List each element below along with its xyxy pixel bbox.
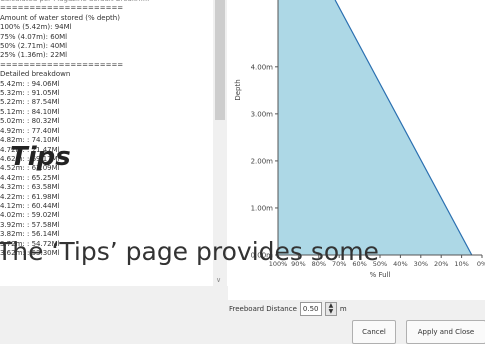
list-item: 5.02m: : 80.32Ml xyxy=(0,117,60,126)
list-item: 5.12m: : 84.10Ml xyxy=(0,107,60,116)
list-item: 4.12m: : 60.44Ml xyxy=(0,201,60,210)
list-item: 5.32m: : 91.05Ml xyxy=(0,89,60,98)
list-item: ===================== xyxy=(0,60,124,69)
list-item: 50% (2.71m): 40Ml xyxy=(0,42,68,51)
cancel-button[interactable]: Cancel xyxy=(352,320,396,344)
freeboard-row: Freeboard Distance 0.50 ▲ ▼ m xyxy=(229,302,347,316)
chart-y-tick-label: 4.00m xyxy=(251,63,274,71)
list-item: 4.42m: : 65.25Ml xyxy=(0,173,60,182)
freeboard-input[interactable]: 0.50 xyxy=(299,302,322,316)
list-item: 4.32m: : 63.58Ml xyxy=(0,183,60,192)
list-item: Detailed breakdown xyxy=(0,70,71,79)
freeboard-spinner-icon[interactable]: ▲ ▼ xyxy=(324,302,337,316)
list-item: 75% (4.07m): 60Ml xyxy=(0,32,68,41)
list-item: 3.92m: : 57.58Ml xyxy=(0,220,60,229)
chart-x-tick-label: 0% xyxy=(477,260,485,268)
scrollbar-thumb[interactable] xyxy=(215,0,225,120)
list-item: 4.02m: : 59.02Ml xyxy=(0,211,60,220)
chart-y-tick-label: 2.00m xyxy=(251,157,274,165)
chart-y-axis-label: Depth xyxy=(234,79,242,100)
chart-area-fill xyxy=(278,0,472,255)
chart-x-tick-label: 40% xyxy=(393,260,407,268)
freeboard-unit: m xyxy=(339,305,347,313)
list-item: 25% (1.36m): 22Ml xyxy=(0,51,68,60)
chart-x-tick-label: 20% xyxy=(434,260,448,268)
list-item: 5.42m: : 94.06Ml xyxy=(0,79,60,88)
list-item: ===================== xyxy=(0,4,124,13)
chart-x-tick-label: 10% xyxy=(454,260,468,268)
scroll-down-arrow-icon[interactable]: ∨ xyxy=(216,276,221,284)
list-item: 4.92m: : 77.40Ml xyxy=(0,126,60,135)
list-item: 5.22m: : 87.54Ml xyxy=(0,98,60,107)
tips-body-text: The ‘Tips’ page provides some xyxy=(0,237,379,266)
list-item: 100% (5.42m): 94Ml xyxy=(0,23,72,32)
list-lines: Calculated per Magazine default Breakm..… xyxy=(0,0,228,258)
chart-x-axis-label: % Full xyxy=(370,271,391,279)
tips-heading: Tips xyxy=(10,142,71,172)
freeboard-label: Freeboard Distance xyxy=(229,305,297,313)
list-item: Amount of water stored (% depth) xyxy=(0,13,120,22)
chart-y-tick-label: 1.00m xyxy=(251,204,274,212)
chart-y-tick-label: 3.00m xyxy=(251,110,274,118)
chart-x-tick-label: 30% xyxy=(414,260,428,268)
apply-and-close-button[interactable]: Apply and Close xyxy=(406,320,485,344)
list-item: 4.22m: : 61.98Ml xyxy=(0,192,60,201)
